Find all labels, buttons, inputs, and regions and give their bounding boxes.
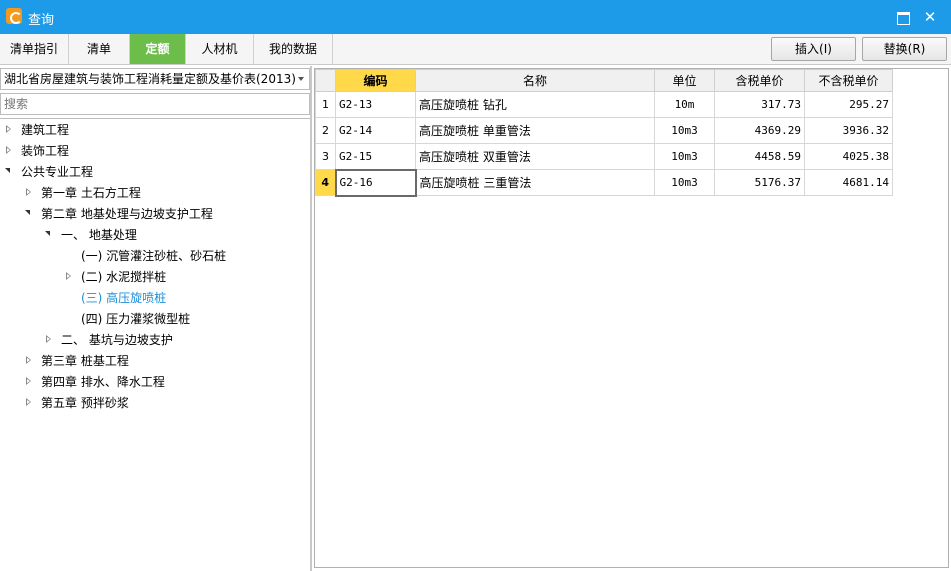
- cell-name[interactable]: 高压旋喷桩 钻孔: [415, 91, 655, 118]
- collapsed-arrow-icon[interactable]: [64, 271, 74, 281]
- collapsed-arrow-icon[interactable]: [24, 187, 34, 197]
- row-number[interactable]: 1: [315, 91, 336, 118]
- cell-price-tax[interactable]: 4458.59: [714, 143, 805, 170]
- column-header-code[interactable]: 编码: [335, 69, 416, 92]
- cell-unit[interactable]: 10m3: [654, 143, 715, 170]
- collapsed-arrow-icon[interactable]: [24, 397, 34, 407]
- tree-item-label: 第三章 桩基工程: [41, 354, 129, 368]
- tree-item[interactable]: 第二章 地基处理与边坡支护工程: [24, 204, 213, 225]
- column-header-price-notax[interactable]: 不含税单价: [804, 69, 893, 92]
- cell-price-notax[interactable]: 3936.32: [804, 117, 893, 144]
- quota-library-value: 湖北省房屋建筑与装饰工程消耗量定额及基价表(2013): [4, 72, 296, 86]
- tab-quota[interactable]: 定额: [130, 34, 186, 64]
- column-header-unit[interactable]: 单位: [654, 69, 715, 92]
- cell-price-notax[interactable]: 4025.38: [804, 143, 893, 170]
- cell-price-notax[interactable]: 4681.14: [804, 169, 893, 196]
- collapsed-arrow-icon[interactable]: [4, 145, 14, 155]
- tree-item[interactable]: (四) 压力灌浆微型桩: [64, 309, 190, 330]
- quota-grid-panel: 编码 名称 单位 含税单价 不含税单价 1 G2-13 高压旋喷桩 钻孔 10m 317…: [314, 68, 949, 568]
- tree-item-label: 建筑工程: [21, 123, 70, 137]
- splitter-handle[interactable]: [571, 567, 657, 571]
- tree-item[interactable]: 公共专业工程: [4, 162, 93, 183]
- cell-name[interactable]: 高压旋喷桩 单重管法: [415, 117, 655, 144]
- tree-item-label: (二) 水泥搅拌桩: [81, 270, 167, 284]
- cell-code[interactable]: G2-14: [335, 117, 416, 144]
- tree-item[interactable]: (三) 高压旋喷桩: [64, 288, 166, 309]
- chevron-down-icon[interactable]: [298, 77, 304, 81]
- tree-item-label: 第二章 地基处理与边坡支护工程: [41, 207, 213, 221]
- search-input[interactable]: [0, 93, 310, 115]
- cell-name[interactable]: 高压旋喷桩 双重管法: [415, 143, 655, 170]
- tree-item-label: 第五章 预拌砂浆: [41, 396, 129, 410]
- collapsed-arrow-icon[interactable]: [4, 124, 14, 134]
- tree-item-label: 二、 基坑与边坡支护: [61, 333, 173, 347]
- expanded-arrow-icon[interactable]: [24, 208, 34, 218]
- quota-tree-panel: 湖北省房屋建筑与装饰工程消耗量定额及基价表(2013) 建筑工程装饰工程公共专业…: [0, 66, 312, 571]
- tree-item[interactable]: (二) 水泥搅拌桩: [64, 267, 166, 288]
- tree-item-label: 一、 地基处理: [61, 228, 137, 242]
- window-title: 查询: [28, 13, 55, 28]
- cell-code[interactable]: G2-16: [334, 168, 417, 197]
- table-row[interactable]: 1 G2-13 高压旋喷桩 钻孔 10m 317.73 295.27: [315, 91, 893, 118]
- tree-item[interactable]: 第五章 预拌砂浆: [24, 393, 129, 414]
- tree-item-label: (四) 压力灌浆微型桩: [81, 312, 191, 326]
- tree-item-label: (一) 沉管灌注砂桩、砂石桩: [81, 249, 227, 263]
- cell-price-tax[interactable]: 317.73: [714, 91, 805, 118]
- tree-item-label: 第四章 排水、降水工程: [41, 375, 165, 389]
- table-row[interactable]: 4 G2-16 高压旋喷桩 三重管法 10m3 5176.37 4681.14: [315, 168, 893, 197]
- insert-button[interactable]: 插入(I): [771, 37, 856, 61]
- tab-bar: 清单指引 清单 定额 人材机 我的数据 插入(I) 替换(R): [0, 34, 951, 65]
- row-number[interactable]: 4: [315, 169, 336, 196]
- quota-library-select[interactable]: 湖北省房屋建筑与装饰工程消耗量定额及基价表(2013): [0, 68, 310, 90]
- column-header-price-tax[interactable]: 含税单价: [714, 69, 805, 92]
- tab-my-data[interactable]: 我的数据: [254, 34, 333, 64]
- column-header-rownum: [315, 69, 336, 92]
- quota-table: 编码 名称 单位 含税单价 不含税单价 1 G2-13 高压旋喷桩 钻孔 10m 317…: [315, 69, 893, 197]
- quota-tree: 建筑工程装饰工程公共专业工程第一章 土石方工程第二章 地基处理与边坡支护工程一、…: [0, 118, 310, 571]
- tree-item[interactable]: 第三章 桩基工程: [24, 351, 129, 372]
- tree-item-label: 公共专业工程: [21, 165, 94, 179]
- cell-unit[interactable]: 10m3: [654, 169, 715, 196]
- table-header-row: 编码 名称 单位 含税单价 不含税单价: [315, 69, 893, 92]
- tree-item-label: 装饰工程: [21, 144, 70, 158]
- cell-name[interactable]: 高压旋喷桩 三重管法: [415, 169, 655, 196]
- expanded-arrow-icon[interactable]: [44, 229, 54, 239]
- cell-price-tax[interactable]: 4369.29: [714, 117, 805, 144]
- cell-unit[interactable]: 10m3: [654, 117, 715, 144]
- collapsed-arrow-icon[interactable]: [44, 334, 54, 344]
- tab-labor-material-machine[interactable]: 人材机: [186, 34, 254, 64]
- tab-bill-guide[interactable]: 清单指引: [0, 34, 69, 64]
- tree-item[interactable]: 装饰工程: [4, 141, 69, 162]
- tree-item-label: (三) 高压旋喷桩: [81, 291, 167, 305]
- row-number[interactable]: 2: [315, 117, 336, 144]
- tree-item[interactable]: 二、 基坑与边坡支护: [44, 330, 173, 351]
- tree-item[interactable]: 第四章 排水、降水工程: [24, 372, 165, 393]
- expanded-arrow-icon[interactable]: [4, 166, 14, 176]
- column-header-name[interactable]: 名称: [415, 69, 655, 92]
- tree-item[interactable]: (一) 沉管灌注砂桩、砂石桩: [64, 246, 226, 267]
- cell-price-notax[interactable]: 295.27: [804, 91, 893, 118]
- close-icon[interactable]: ✕: [921, 8, 939, 26]
- table-row[interactable]: 3 G2-15 高压旋喷桩 双重管法 10m3 4458.59 4025.38: [315, 143, 893, 170]
- tab-bill[interactable]: 清单: [69, 34, 130, 64]
- tree-item-label: 第一章 土石方工程: [41, 186, 141, 200]
- replace-button[interactable]: 替换(R): [862, 37, 947, 61]
- cell-price-tax[interactable]: 5176.37: [714, 169, 805, 196]
- title-bar: 查询 ✕: [0, 0, 951, 34]
- row-number[interactable]: 3: [315, 143, 336, 170]
- collapsed-arrow-icon[interactable]: [24, 376, 34, 386]
- collapsed-arrow-icon[interactable]: [24, 355, 34, 365]
- tree-item[interactable]: 建筑工程: [4, 120, 69, 141]
- tree-item[interactable]: 一、 地基处理: [44, 225, 137, 246]
- maximize-icon[interactable]: [894, 8, 912, 26]
- app-logo-icon: [6, 8, 22, 24]
- cell-code[interactable]: G2-13: [335, 91, 416, 118]
- cell-unit[interactable]: 10m: [654, 91, 715, 118]
- cell-code[interactable]: G2-15: [335, 143, 416, 170]
- tree-item[interactable]: 第一章 土石方工程: [24, 183, 141, 204]
- table-row[interactable]: 2 G2-14 高压旋喷桩 单重管法 10m3 4369.29 3936.32: [315, 117, 893, 144]
